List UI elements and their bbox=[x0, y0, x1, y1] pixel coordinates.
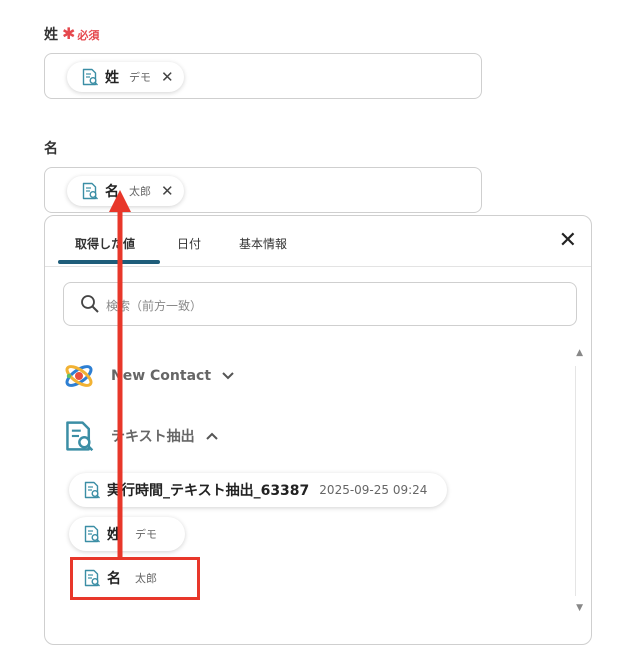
arrow-annotation bbox=[109, 190, 131, 557]
